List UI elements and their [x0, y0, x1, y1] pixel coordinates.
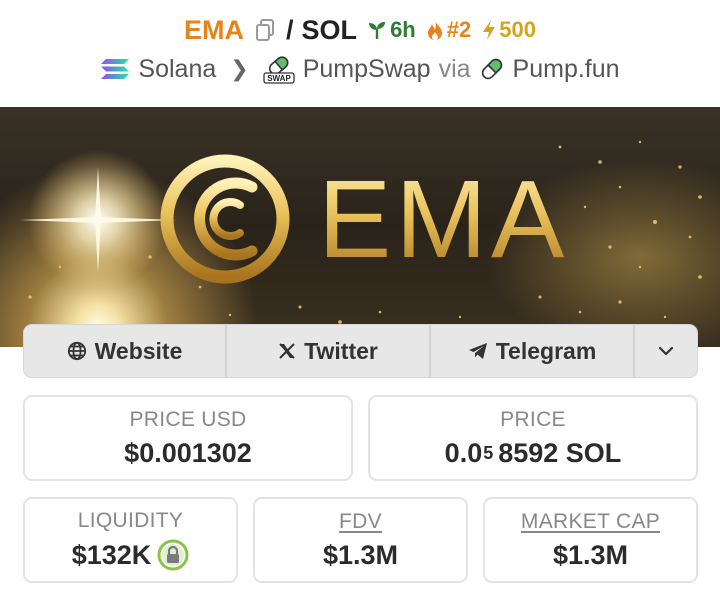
price-native-zero-count: 5: [483, 442, 494, 463]
more-links-button[interactable]: [635, 325, 697, 377]
telegram-button[interactable]: Telegram: [431, 325, 635, 377]
telegram-icon: [468, 343, 487, 359]
liquidity-value: $132K: [71, 539, 152, 570]
trending-rank-value: #2: [446, 17, 472, 42]
price-native-card: PRICE 0.0 5 8592 SOL: [368, 395, 698, 481]
dex-badge-text: SWAP: [267, 74, 291, 83]
telegram-button-label: Telegram: [495, 337, 597, 364]
dex-name[interactable]: PumpSwap: [303, 55, 431, 84]
pair-title-row: EMA / SOL 6h #2 500: [0, 12, 720, 48]
boost-count-value: 500: [499, 17, 536, 42]
chain-dex-row: Solana ❯ SWAP PumpSwap via Pump.fun: [0, 52, 720, 86]
price-usd-card: PRICE USD $0.001302: [23, 395, 353, 481]
website-button-label: Website: [94, 337, 183, 364]
chain-name[interactable]: Solana: [138, 55, 216, 84]
chevron-right-icon: ❯: [230, 56, 249, 81]
price-native-label: PRICE: [500, 407, 566, 431]
social-links-bar: Website Twitter Telegram: [23, 324, 698, 378]
trending-rank[interactable]: #2: [426, 17, 471, 43]
copy-address-icon[interactable]: [254, 18, 276, 42]
market-cap-value: $1.3M: [552, 539, 629, 570]
website-button[interactable]: Website: [24, 325, 227, 377]
banner-logo-text: EMA: [318, 158, 568, 281]
lock-icon[interactable]: [157, 539, 189, 571]
price-native-prefix: 0.0: [444, 437, 483, 468]
price-usd-value: $0.001302: [124, 437, 252, 468]
globe-icon: [67, 341, 86, 361]
launchpad-name[interactable]: Pump.fun: [513, 55, 620, 84]
pumpswap-icon: SWAP: [263, 56, 295, 84]
fdv-label[interactable]: FDV: [339, 510, 382, 534]
quote-token-symbol: SOL: [301, 14, 358, 45]
liquidity-value-row: $132K: [72, 539, 190, 571]
liquidity-card: LIQUIDITY $132K: [23, 497, 238, 583]
lightning-icon: [483, 20, 496, 40]
price-native-value: 0.0 5 8592 SOL: [445, 438, 622, 469]
liquidity-label: LIQUIDITY: [77, 509, 184, 532]
base-token-symbol: EMA: [184, 14, 245, 45]
fdv-value: $1.3M: [322, 539, 399, 570]
token-banner-image: EMA: [0, 107, 720, 347]
via-label: via: [438, 54, 471, 83]
fdv-card: FDV $1.3M: [253, 497, 468, 583]
pumpfun-pill-icon: [481, 58, 502, 80]
twitter-button-label: Twitter: [304, 337, 378, 364]
seedling-icon: [369, 22, 386, 39]
price-native-rest: 8592 SOL: [498, 437, 622, 468]
chevron-down-icon: [658, 346, 674, 356]
market-cap-label[interactable]: MARKET CAP: [521, 510, 660, 534]
x-logo-icon: [279, 343, 295, 359]
market-cap-card: MARKET CAP $1.3M: [483, 497, 698, 583]
flame-icon: [427, 20, 442, 40]
pair-age: 6h: [367, 17, 416, 43]
price-usd-label: PRICE USD: [129, 407, 247, 431]
solana-icon: [101, 59, 130, 79]
twitter-button[interactable]: Twitter: [227, 325, 431, 377]
pair-separator: /: [286, 14, 294, 45]
pair-age-value: 6h: [390, 17, 416, 42]
boost-count[interactable]: 500: [481, 17, 536, 43]
